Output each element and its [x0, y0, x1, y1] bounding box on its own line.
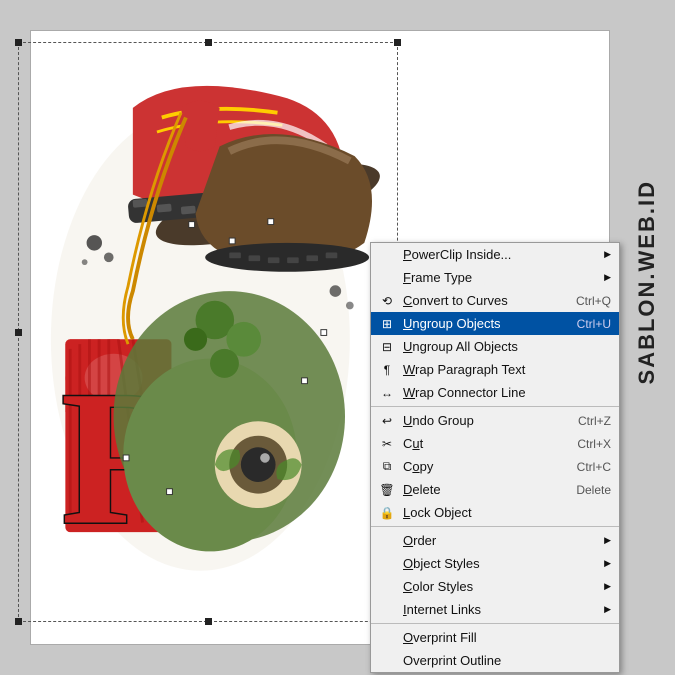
menu-shortcut-convert-curves: Ctrl+Q [576, 294, 611, 308]
menu-separator [371, 623, 619, 624]
menu-icon-cut: ✂ [375, 437, 399, 451]
handle-bl [15, 618, 22, 625]
menu-item-frame-type[interactable]: Frame Type ▶ [371, 266, 619, 289]
menu-item-wrap-paragraph[interactable]: ¶ Wrap Paragraph Text [371, 358, 619, 381]
menu-shortcut-undo-group: Ctrl+Z [578, 414, 611, 428]
menu-icon-delete: 🗑 [375, 483, 399, 497]
menu-label-delete: Delete [403, 482, 441, 497]
menu-label-order: Order [403, 533, 436, 548]
menu-shortcut-copy: Ctrl+C [577, 460, 611, 474]
menu-icon-copy: ⧉ [375, 459, 399, 474]
menu-shortcut-delete: Delete [576, 483, 611, 497]
menu-label-color-styles: Color Styles [403, 579, 473, 594]
menu-item-copy[interactable]: ⧉ Copy Ctrl+C [371, 455, 619, 478]
menu-arrow-object-styles: ▶ [604, 558, 611, 569]
menu-item-powerclip[interactable]: PowerClip Inside... ▶ [371, 243, 619, 266]
menu-icon-undo-group: ↩ [375, 414, 399, 428]
handle-ml [15, 329, 22, 336]
menu-item-overprint-fill[interactable]: Overprint Fill [371, 626, 619, 649]
menu-shortcut-ungroup-objects: Ctrl+U [577, 317, 611, 331]
artwork: R R [30, 50, 390, 590]
menu-icon-ungroup-all: ⊟ [375, 340, 399, 354]
menu-arrow-color-styles: ▶ [604, 581, 611, 592]
menu-label-undo-group: Undo Group [403, 413, 474, 428]
menu-label-ungroup-objects: Ungroup Objects [403, 316, 501, 331]
menu-item-overprint-outline[interactable]: Overprint Outline [371, 649, 619, 672]
menu-arrow-frame-type: ▶ [604, 272, 611, 283]
menu-item-undo-group[interactable]: ↩ Undo Group Ctrl+Z [371, 409, 619, 432]
menu-item-cut[interactable]: ✂ Cut Ctrl+X [371, 432, 619, 455]
menu-label-overprint-outline: Overprint Outline [403, 653, 501, 668]
menu-item-object-styles[interactable]: Object Styles ▶ [371, 552, 619, 575]
menu-label-frame-type: Frame Type [403, 270, 472, 285]
menu-separator [371, 526, 619, 527]
menu-label-convert-curves: Convert to Curves [403, 293, 508, 308]
menu-label-object-styles: Object Styles [403, 556, 480, 571]
menu-label-powerclip: PowerClip Inside... [403, 247, 511, 262]
menu-item-internet-links[interactable]: Internet Links ▶ [371, 598, 619, 621]
menu-label-wrap-connector: Wrap Connector Line [403, 385, 526, 400]
menu-shortcut-cut: Ctrl+X [577, 437, 611, 451]
menu-arrow-internet-links: ▶ [604, 604, 611, 615]
menu-label-copy: Copy [403, 459, 433, 474]
menu-item-ungroup-objects[interactable]: ⊞ Ungroup Objects Ctrl+U [371, 312, 619, 335]
menu-item-convert-curves[interactable]: ⟲ Convert to Curves Ctrl+Q [371, 289, 619, 312]
watermark: SABLON.WEB.ID [634, 180, 660, 384]
menu-item-ungroup-all[interactable]: ⊟ Ungroup All Objects [371, 335, 619, 358]
menu-label-wrap-paragraph: Wrap Paragraph Text [403, 362, 525, 377]
menu-icon-wrap-paragraph: ¶ [375, 363, 399, 377]
menu-item-order[interactable]: Order ▶ [371, 529, 619, 552]
menu-label-overprint-fill: Overprint Fill [403, 630, 477, 645]
menu-item-wrap-connector[interactable]: ↔ Wrap Connector Line [371, 381, 619, 404]
menu-item-delete[interactable]: 🗑 Delete Delete [371, 478, 619, 501]
handle-tl [15, 39, 22, 46]
menu-label-ungroup-all: Ungroup All Objects [403, 339, 518, 354]
menu-item-color-styles[interactable]: Color Styles ▶ [371, 575, 619, 598]
menu-label-cut: Cut [403, 436, 423, 451]
menu-label-lock-object: Lock Object [403, 505, 472, 520]
menu-icon-wrap-connector: ↔ [375, 386, 399, 400]
menu-item-lock-object[interactable]: 🔒 Lock Object [371, 501, 619, 524]
menu-arrow-powerclip: ▶ [604, 249, 611, 260]
menu-icon-lock-object: 🔒 [375, 506, 399, 520]
menu-separator [371, 406, 619, 407]
menu-label-internet-links: Internet Links [403, 602, 481, 617]
context-menu: PowerClip Inside... ▶ Frame Type ▶ ⟲ Convert … [370, 242, 620, 673]
menu-icon-ungroup-objects: ⊞ [375, 317, 399, 331]
canvas: R R [0, 0, 675, 675]
menu-arrow-order: ▶ [604, 535, 611, 546]
menu-icon-convert-curves: ⟲ [375, 294, 399, 308]
